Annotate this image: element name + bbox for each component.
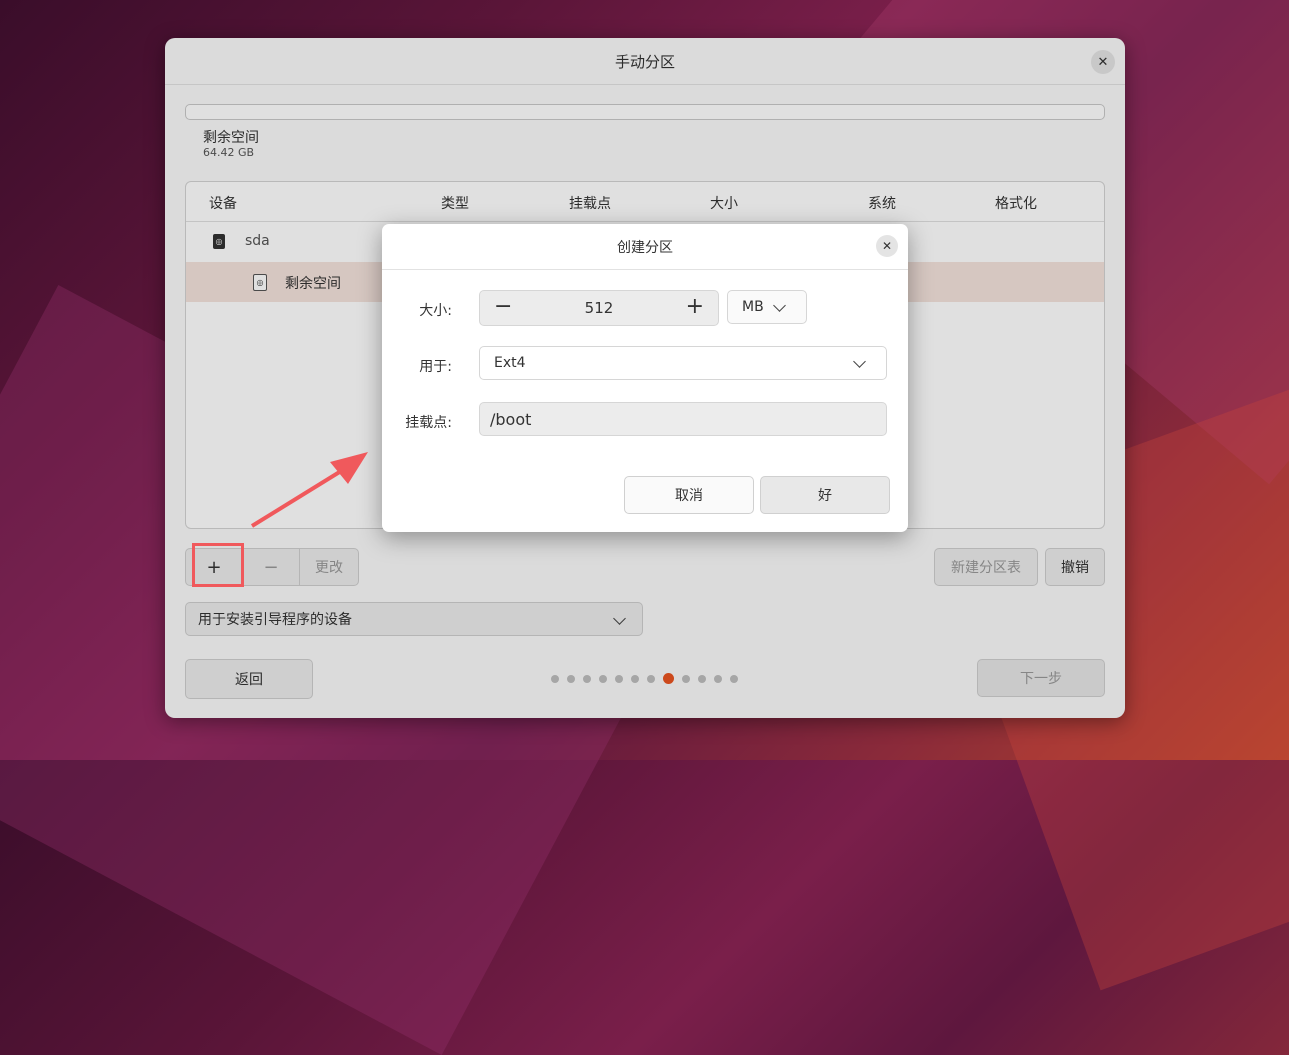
size-spinner[interactable]: − 512 + — [479, 290, 719, 326]
ok-button[interactable]: 好 — [760, 476, 890, 514]
dialog-close-button[interactable]: ✕ — [876, 235, 898, 257]
mount-point-label: 挂载点: — [405, 415, 452, 431]
size-label: 大小: — [419, 303, 452, 319]
mount-point-value: /boot — [490, 409, 532, 429]
filesystem-value: Ext4 — [494, 355, 526, 371]
dialog-title: 创建分区 — [617, 239, 673, 256]
cancel-button[interactable]: 取消 — [624, 476, 754, 514]
annotation-highlight-box — [192, 543, 244, 587]
size-value[interactable]: 512 — [480, 299, 718, 317]
dialog-titlebar: 创建分区 ✕ — [382, 224, 908, 270]
size-unit-dropdown[interactable]: MB — [727, 290, 807, 324]
size-unit-value: MB — [742, 299, 764, 315]
create-partition-dialog: 创建分区 ✕ 大小: − 512 + MB 用于: Ext4 挂载点: /boo… — [382, 224, 908, 532]
increment-button[interactable]: + — [686, 296, 704, 318]
chevron-down-icon — [773, 299, 786, 312]
close-icon: ✕ — [881, 239, 893, 253]
use-as-label: 用于: — [419, 359, 452, 375]
mount-point-field[interactable]: /boot — [479, 402, 887, 436]
chevron-down-icon — [853, 355, 866, 368]
filesystem-dropdown[interactable]: Ext4 — [479, 346, 887, 380]
